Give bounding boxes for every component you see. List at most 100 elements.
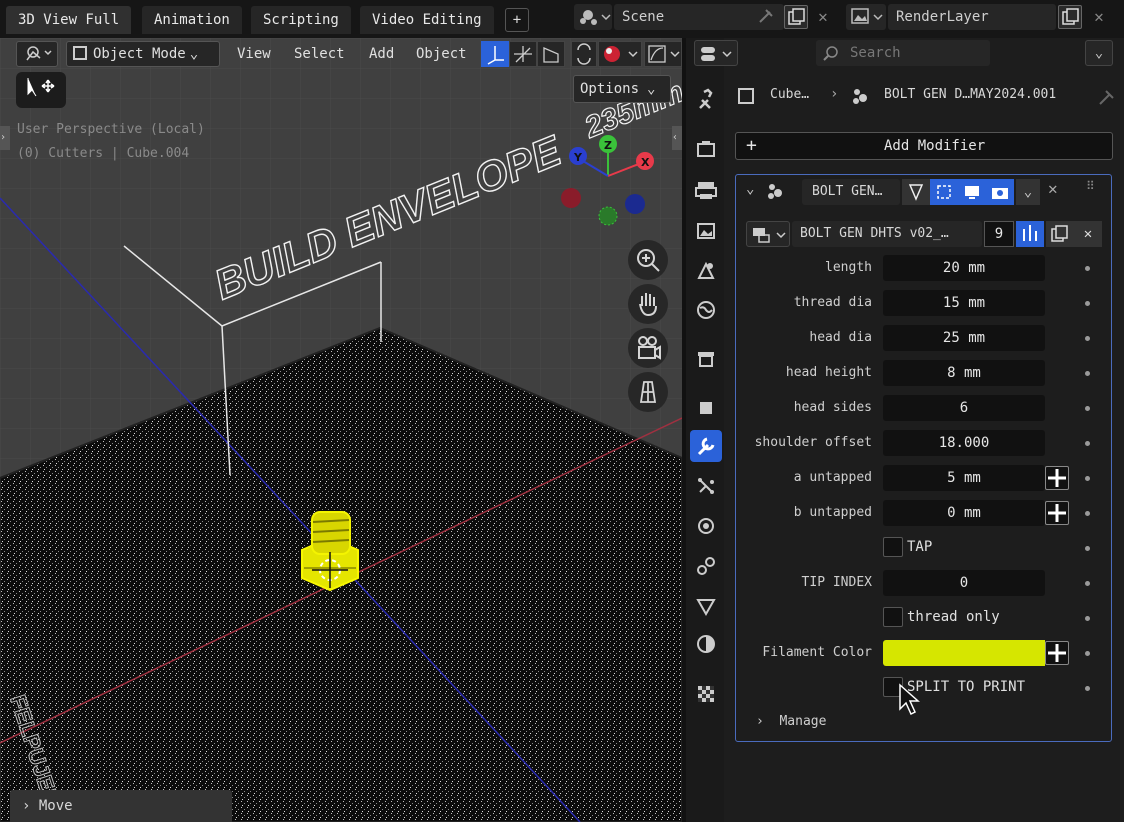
thread-only-checkbox[interactable] [883, 607, 903, 627]
add-modifier-button[interactable]: + Add Modifier [735, 132, 1113, 160]
close-icon[interactable]: ✕ [812, 5, 834, 29]
duplicate-node-group-button[interactable] [1046, 221, 1074, 247]
options-dropdown-button[interactable]: ⌄ [1085, 40, 1113, 66]
modifier-menu-button[interactable]: ⌄ [1016, 179, 1040, 205]
shoulder-offset-field[interactable]: 18.000 [883, 430, 1045, 456]
attribute-toggle-button[interactable] [1045, 641, 1069, 665]
tool-tab[interactable] [690, 84, 722, 116]
constraints-tab[interactable] [690, 550, 722, 582]
tab-scripting[interactable]: Scripting [251, 6, 351, 34]
physics-tab[interactable] [690, 510, 722, 542]
menu-add[interactable]: Add [369, 42, 394, 66]
particles-tab[interactable] [690, 470, 722, 502]
search-input[interactable]: Search [816, 40, 990, 66]
drag-handle-icon[interactable]: ⠿ [1086, 179, 1096, 193]
close-icon[interactable]: ✕ [1074, 221, 1102, 247]
new-renderlayer-button[interactable] [1058, 5, 1082, 29]
keyframe-dot-icon[interactable] [1085, 441, 1090, 446]
new-scene-button[interactable] [784, 5, 808, 29]
node-group-name-field[interactable]: BOLT GEN DHTS v02_… [792, 221, 982, 247]
head-height-field[interactable]: 8 mm [883, 360, 1045, 386]
b-untapped-field[interactable]: 0 mm [883, 500, 1045, 526]
tip-index-field[interactable]: 0 [883, 570, 1045, 596]
camera-view-button[interactable] [628, 328, 668, 368]
options-dropdown[interactable]: Options ⌄ [573, 75, 671, 103]
snap-button[interactable] [509, 41, 537, 67]
breadcrumb-modifier[interactable]: BOLT GEN D…MAY2024.001 [884, 87, 1056, 102]
world-tab[interactable] [690, 294, 722, 326]
modifier-name-field[interactable]: BOLT GEN… [802, 179, 900, 205]
perspective-toggle-button[interactable] [628, 372, 668, 412]
close-icon[interactable]: ✕ [1088, 5, 1110, 29]
operator-panel[interactable]: › Move [10, 790, 232, 822]
node-group-browse-button[interactable] [746, 221, 790, 247]
pan-button[interactable] [628, 284, 668, 324]
renderlayer-selector-button[interactable] [846, 4, 886, 30]
keyframe-dot-icon[interactable] [1085, 406, 1090, 411]
renderlayer-name-field[interactable]: RenderLayer [888, 4, 1056, 30]
tab-3d-view-full[interactable]: 3D View Full [6, 6, 132, 34]
menu-select[interactable]: Select [294, 42, 345, 66]
length-field[interactable]: 20 mm [883, 255, 1045, 281]
attribute-toggle-button[interactable] [1045, 466, 1069, 490]
modifier-tab[interactable] [690, 430, 722, 462]
sidebar-toggle-arrow[interactable]: ‹ [672, 126, 682, 150]
manage-subpanel-header[interactable]: › Manage [756, 714, 826, 729]
scene-selector-button[interactable] [574, 4, 612, 30]
menu-object[interactable]: Object [416, 42, 467, 66]
texture-tab[interactable] [690, 678, 722, 710]
keyframe-dot-icon[interactable] [1085, 651, 1090, 656]
shading-mode-button[interactable] [598, 41, 642, 67]
keyframe-dot-icon[interactable] [1085, 371, 1090, 376]
toolbar-toggle-arrow[interactable]: › [0, 126, 10, 150]
zoom-button[interactable] [628, 240, 668, 280]
thread-dia-field[interactable]: 15 mm [883, 290, 1045, 316]
pin-icon[interactable] [756, 6, 776, 26]
tap-checkbox[interactable] [883, 537, 903, 557]
keyframe-dot-icon[interactable] [1085, 546, 1090, 551]
keyframe-dot-icon[interactable] [1085, 686, 1090, 691]
scene-tab[interactable] [690, 254, 722, 286]
filament-color-swatch[interactable] [883, 640, 1045, 666]
viewport-settings-button[interactable] [644, 41, 682, 67]
overlay-button[interactable] [537, 41, 565, 67]
keyframe-dot-icon[interactable] [1085, 476, 1090, 481]
object-tab[interactable] [690, 392, 722, 424]
node-group-users[interactable]: 9 [984, 221, 1014, 247]
collapse-chevron-icon[interactable]: ⌄ [746, 181, 754, 197]
cage-toggle[interactable] [930, 179, 958, 205]
a-untapped-field[interactable]: 5 mm [883, 465, 1045, 491]
keyframe-dot-icon[interactable] [1085, 266, 1090, 271]
render-toggle[interactable] [986, 179, 1014, 205]
pin-icon[interactable] [1096, 86, 1118, 108]
add-workspace-button[interactable]: + [505, 8, 529, 32]
keyframe-dot-icon[interactable] [1085, 616, 1090, 621]
material-tab[interactable] [690, 628, 722, 660]
menu-view[interactable]: View [237, 42, 271, 66]
attribute-toggle-button[interactable] [1045, 501, 1069, 525]
fake-user-toggle[interactable] [1016, 221, 1044, 247]
tab-video-editing[interactable]: Video Editing [360, 6, 494, 34]
transform-gizmo-button[interactable] [481, 41, 509, 67]
render-tab[interactable] [690, 134, 722, 166]
keyframe-dot-icon[interactable] [1085, 511, 1090, 516]
editor-type-button[interactable] [16, 41, 58, 67]
keyframe-dot-icon[interactable] [1085, 336, 1090, 341]
tab-animation[interactable]: Animation [142, 6, 242, 34]
head-sides-field[interactable]: 6 [883, 395, 1045, 421]
viewport-toggle[interactable] [958, 179, 986, 205]
close-icon[interactable]: ✕ [1048, 179, 1058, 198]
xray-toggle-button[interactable] [571, 41, 597, 67]
3d-viewport[interactable]: BUILD ENVELOPE 235mm FELPUJEI Z X Y Obje… [0, 38, 682, 822]
head-dia-field[interactable]: 25 mm [883, 325, 1045, 351]
edit-mode-toggle[interactable] [902, 179, 930, 205]
keyframe-dot-icon[interactable] [1085, 581, 1090, 586]
active-tool-button[interactable] [16, 72, 66, 108]
data-tab[interactable] [690, 590, 722, 622]
output-tab[interactable] [690, 174, 722, 206]
view-layer-tab[interactable] [690, 214, 722, 246]
mode-selector[interactable]: Object Mode ⌄ [66, 41, 220, 67]
breadcrumb-object[interactable]: Cube… [770, 87, 809, 102]
properties-editor-type-button[interactable] [694, 40, 738, 66]
collection-tab[interactable] [690, 342, 722, 374]
